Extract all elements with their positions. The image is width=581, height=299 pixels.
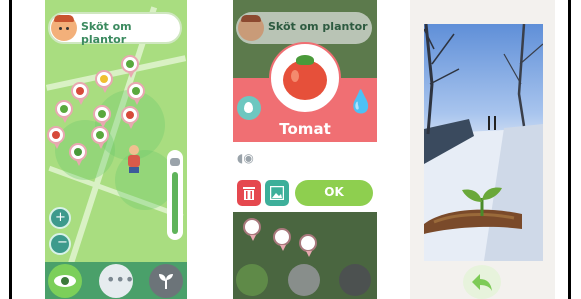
ar-screen: [410, 0, 555, 299]
park-scene: [424, 24, 543, 261]
title-pill: Sköt om plantor: [48, 12, 182, 46]
trash-icon: [243, 187, 255, 200]
eye-icon: [54, 275, 76, 287]
frame-left: [9, 0, 12, 299]
image-icon: [270, 186, 284, 200]
app-title: Sköt om plantor: [268, 20, 368, 33]
plant-image: [269, 42, 341, 114]
bottom-bar: •••: [45, 262, 187, 299]
eye-button: [236, 264, 268, 296]
back-button[interactable]: [463, 265, 501, 299]
gardener-avatar-icon: [238, 15, 264, 41]
action-row: OK: [233, 176, 377, 212]
sprout-icon: [424, 24, 425, 25]
app-title: Sköt om plantor: [81, 20, 132, 46]
plant-pin: [299, 234, 317, 257]
frame-right: [568, 0, 571, 299]
plant-button[interactable]: [149, 264, 183, 298]
plant-pin[interactable]: [95, 70, 113, 93]
map-road: [45, 55, 187, 91]
map-screen: Sköt om plantor + − •••: [45, 0, 187, 299]
zoom-out-button[interactable]: −: [49, 233, 71, 255]
more-button: [288, 264, 320, 296]
watering-can-icon: [170, 158, 180, 166]
watering-can-icon: ◖◉: [237, 151, 254, 165]
plant-detail-screen: Sköt om plantor 💧 Tomat ◖◉ OK: [233, 0, 377, 299]
sprout-icon: [159, 274, 173, 289]
more-button[interactable]: •••: [99, 264, 135, 298]
water-drop-icon: 💧: [347, 90, 375, 115]
plant-name: Tomat: [279, 120, 331, 138]
zoom-in-icon: +: [55, 210, 66, 225]
more-icon: •••: [106, 270, 135, 289]
water-level-row: ◖◉: [233, 142, 377, 176]
photo-button[interactable]: [265, 180, 289, 206]
back-arrow-icon: [472, 274, 492, 291]
eye-button[interactable]: [48, 264, 82, 298]
plant-pin[interactable]: [91, 126, 109, 149]
gardener-avatar-icon: [51, 15, 77, 41]
dimmed-map: [233, 212, 377, 299]
title-pill: Sköt om plantor: [236, 12, 372, 44]
plant-pin[interactable]: [71, 82, 89, 105]
plant-pin[interactable]: [121, 55, 139, 78]
player-avatar: [128, 145, 140, 173]
water-slider[interactable]: [167, 150, 183, 240]
plant-button: [339, 264, 371, 296]
zoom-out-icon: −: [57, 235, 68, 250]
ok-label: OK: [324, 185, 344, 199]
ok-button[interactable]: OK: [295, 180, 373, 206]
plant-pin[interactable]: [127, 82, 145, 105]
plant-pin[interactable]: [69, 143, 87, 166]
plant-pin[interactable]: [47, 126, 65, 149]
plant-pin[interactable]: [55, 100, 73, 123]
camera-view: [424, 24, 543, 261]
plant-pin: [273, 228, 291, 251]
plant-pin: [243, 218, 261, 241]
zoom-in-button[interactable]: +: [49, 207, 71, 229]
delete-button[interactable]: [237, 180, 261, 206]
plant-pin[interactable]: [121, 106, 139, 129]
tomato-icon: [283, 55, 327, 100]
plant-zone: [115, 150, 175, 210]
water-drop-icon: [237, 96, 261, 120]
plant-pin[interactable]: [93, 105, 111, 128]
